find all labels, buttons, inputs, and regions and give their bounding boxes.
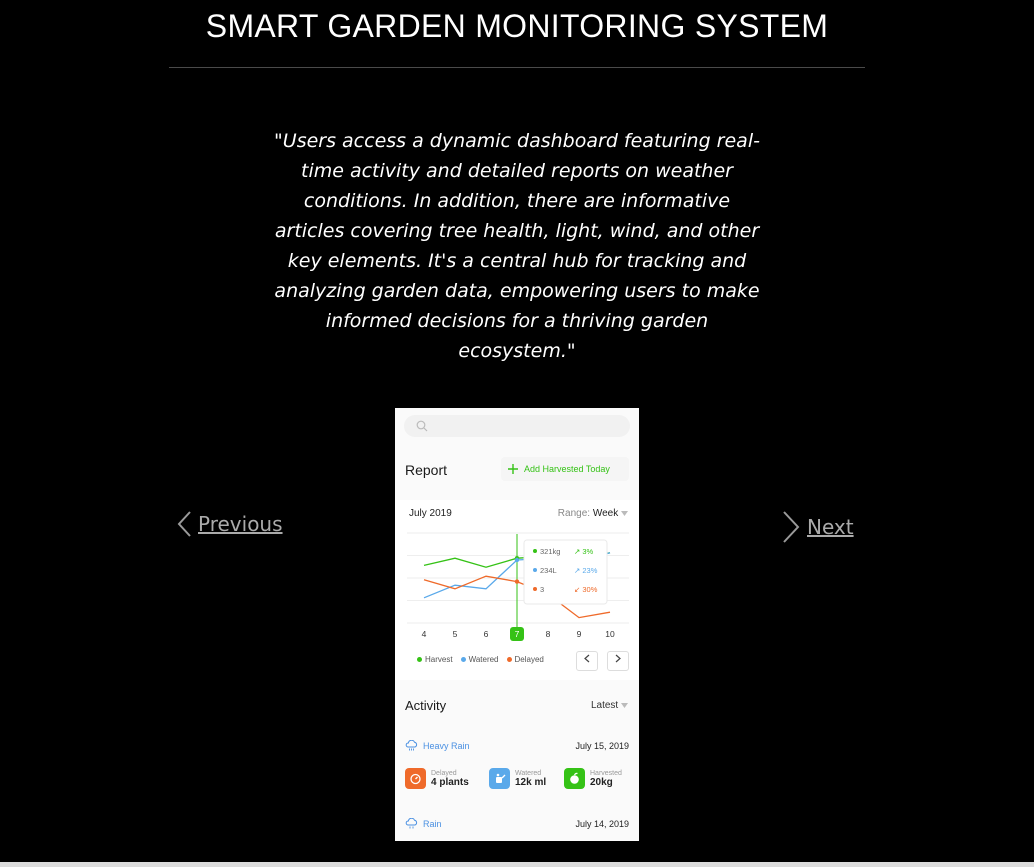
add-harvested-label: Add Harvested Today [524, 464, 610, 474]
activity-entry-header[interactable]: Heavy Rain July 15, 2019 [405, 740, 629, 751]
title-divider [169, 67, 865, 68]
x-tick-label: 4 [422, 629, 427, 639]
activity-sort[interactable]: Latest [591, 700, 628, 711]
previous-link[interactable]: Previous [176, 510, 283, 538]
search-icon [416, 420, 428, 432]
app-screenshot: Report Add Harvested Today July 2019 Ran… [395, 408, 639, 841]
weather-heavy-rain: Heavy Rain [405, 740, 470, 751]
data-point-watered [514, 557, 520, 563]
previous-label: Previous [198, 512, 283, 536]
search-bar[interactable] [404, 415, 630, 437]
x-tick-label: 5 [453, 629, 458, 639]
activity-entry-header[interactable]: Rain July 14, 2019 [405, 818, 629, 829]
x-tick-label: 10 [605, 629, 615, 639]
cloud-rain-icon [405, 740, 418, 751]
tooltip-change: ↙ 30% [574, 585, 598, 594]
stat-harvested: Harvested 20kg [564, 768, 622, 789]
next-label: Next [807, 515, 854, 539]
activity-title: Activity [405, 698, 447, 713]
legend-delayed-label: Delayed [514, 655, 544, 664]
watering-can-icon [489, 768, 510, 789]
legend-watered: Watered [460, 655, 499, 664]
legend-watered-label: Watered [468, 655, 499, 664]
report-chart: 321kg ↗ 3% 234L ↗ 23% 3 ↙ 30% 4 5 6 7 8 9 10 [407, 532, 629, 641]
tooltip-dot [533, 549, 537, 553]
tooltip-change: ↗ 3% [574, 547, 594, 556]
x-tick-label: 8 [546, 629, 551, 639]
description-quote: "Users access a dynamic dashboard featur… [274, 130, 760, 362]
stat-value: 20kg [590, 776, 613, 788]
stat-watered: Watered 12k ml [489, 768, 546, 789]
tooltip-dot [533, 587, 537, 591]
stat-label: Delayed [431, 769, 457, 777]
chart-next-button[interactable] [607, 651, 629, 671]
chevron-left-icon [177, 511, 191, 537]
stat-label: Harvested [590, 769, 622, 777]
chart-prev-button[interactable] [576, 651, 598, 671]
chevron-left-icon [584, 654, 590, 663]
apple-icon [564, 768, 585, 789]
stat-value: 4 plants [431, 776, 469, 788]
tooltip-value: 3 [540, 585, 544, 594]
tooltip-dot [533, 568, 537, 572]
chart-legend: Harvest Watered Delayed [417, 655, 544, 664]
bottom-scrollbar[interactable] [0, 862, 1034, 867]
tooltip-change: ↗ 23% [574, 566, 598, 575]
entry-date: July 15, 2019 [575, 740, 629, 751]
add-harvested-button[interactable]: Add Harvested Today [501, 457, 629, 481]
tooltip-value: 321kg [540, 547, 560, 556]
caret-down-icon [621, 703, 628, 708]
weather-label: Rain [423, 818, 442, 829]
legend-delayed: Delayed [506, 655, 544, 664]
legend-harvest: Harvest [417, 655, 453, 664]
weather-rain: Rain [405, 818, 442, 829]
page-title: SMART GARDEN MONITORING SYSTEM [205, 8, 829, 44]
x-tick-label: 9 [577, 629, 582, 639]
tooltip-value: 234L [540, 566, 557, 575]
stopwatch-icon [405, 768, 426, 789]
weather-label: Heavy Rain [423, 740, 470, 751]
cloud-rain-icon [405, 818, 418, 829]
x-tick-label: 6 [484, 629, 489, 639]
report-card: July 2019 Range: Week 321kg ↗ 3% 234L ↗ 23%… [395, 500, 639, 680]
activity-sort-label: Latest [590, 700, 619, 711]
entry-date: July 14, 2019 [575, 818, 629, 829]
plus-icon [508, 464, 518, 474]
stat-delayed: Delayed 4 plants [405, 768, 469, 789]
data-point-delayed [514, 579, 520, 584]
chevron-right-icon [783, 511, 800, 543]
chevron-right-icon [615, 654, 621, 663]
stat-value: 12k ml [515, 776, 547, 788]
legend-harvest-label: Harvest [425, 655, 453, 664]
x-tick-label: 7 [515, 629, 520, 639]
report-header: Report Add Harvested Today [395, 452, 639, 486]
report-title: Report [405, 462, 448, 478]
next-link[interactable]: Next [781, 510, 854, 544]
stat-label: Watered [515, 769, 542, 777]
